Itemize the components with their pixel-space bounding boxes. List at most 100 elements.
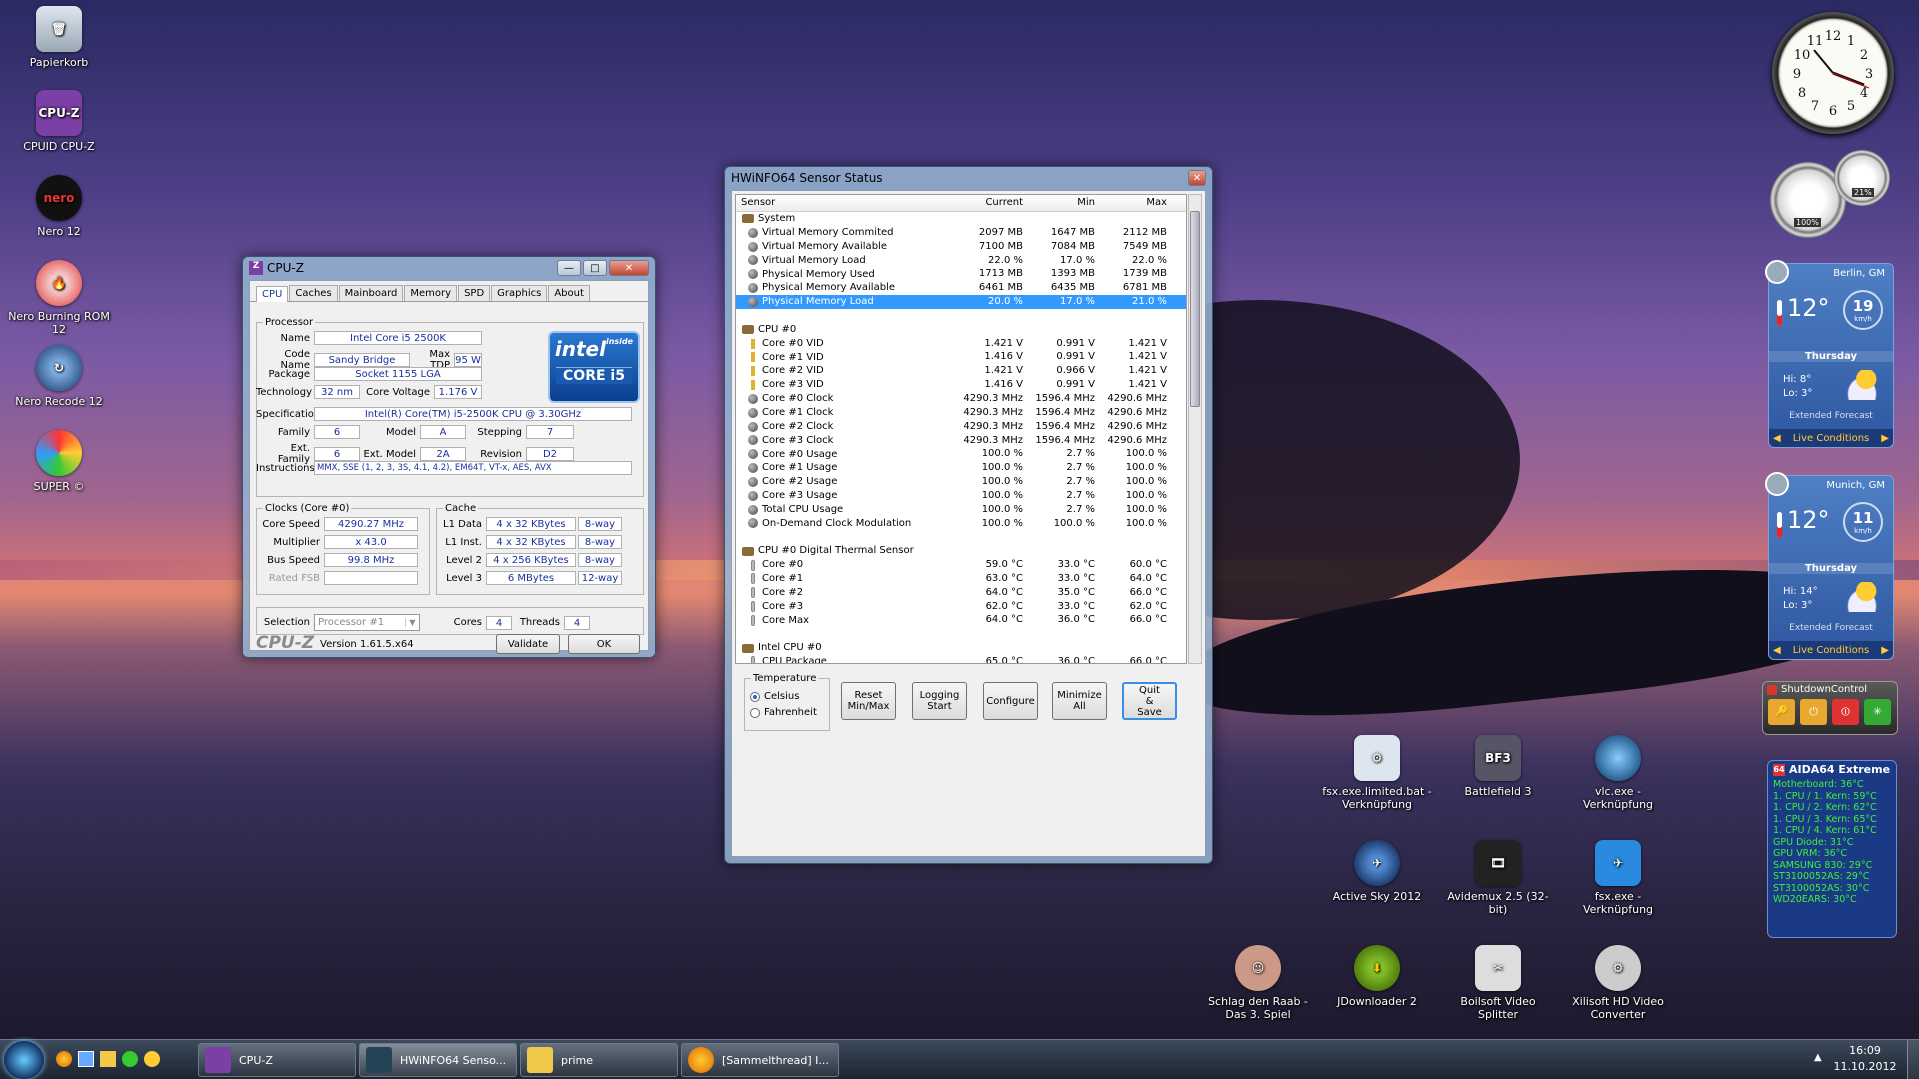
sensor-row[interactable]: On-Demand Clock Modulation 100.0 % 100.0 %… (736, 517, 1186, 531)
col-current[interactable]: Current (948, 195, 1028, 211)
tab-graphics[interactable]: Graphics (491, 285, 548, 301)
desktop-icon[interactable]: ☺ Schlag den Raab - Das 3. Spiel (1203, 945, 1313, 1021)
col-sensor[interactable]: Sensor (736, 195, 948, 211)
extended-forecast-link[interactable]: Extended Forecast (1769, 623, 1893, 633)
desktop-icon[interactable]: SUPER © (4, 430, 114, 493)
desktop-icon[interactable]: ⚙ fsx.exe.limited.bat - Verknüpfung (1322, 735, 1432, 811)
sensor-row[interactable]: Core Max 64.0 °C 36.0 °C 66.0 °C (736, 613, 1186, 627)
taskbar-item-hwinfo[interactable]: HWiNFO64 Senso... (359, 1043, 517, 1077)
cpuz-titlebar[interactable]: Z CPU-Z — □ ✕ (243, 257, 655, 279)
reset-minmax-button[interactable]: Reset Min/Max (841, 682, 896, 720)
desktop-icon[interactable]: 🔥 Nero Burning ROM 12 (4, 260, 114, 336)
tab-mainboard[interactable]: Mainboard (338, 285, 404, 301)
smiley-icon[interactable] (144, 1051, 160, 1067)
gadget-icon[interactable] (122, 1051, 138, 1067)
desktop-icon[interactable]: 🎞 Avidemux 2.5 (32-bit) (1443, 840, 1553, 916)
live-conditions-link[interactable]: Live Conditions (1793, 645, 1870, 656)
desktop-icon[interactable]: nero Nero 12 (4, 175, 114, 238)
desktop-icon[interactable]: ⬇ JDownloader 2 (1322, 945, 1432, 1008)
next-arrow-icon[interactable]: ▶ (1881, 645, 1889, 656)
weather-gadget-munich[interactable]: Munich, GM 12° 11 km/h Thursday Hi: 14° … (1765, 472, 1894, 660)
taskbar-clock[interactable]: 16:09 11.10.2012 (1826, 1043, 1904, 1075)
close-button[interactable]: ✕ (609, 260, 649, 276)
sensor-group-row[interactable]: CPU #0 Digital Thermal Sensor (736, 544, 1186, 558)
weather-gadget-berlin[interactable]: Berlin, GM 12° 19 km/h Thursday Hi: 8° L… (1765, 260, 1894, 448)
col-min[interactable]: Min (1028, 195, 1100, 211)
cpu-meter-gadget[interactable]: 100% 21% (1770, 150, 1890, 246)
restart-icon[interactable]: ✳ (1864, 699, 1891, 725)
firefox-icon[interactable] (56, 1051, 72, 1067)
logging-start-button[interactable]: Logging Start (912, 682, 967, 720)
taskbar-item-firefox[interactable]: [Sammelthread] I... (681, 1043, 839, 1077)
sensor-row[interactable]: Core #1 Usage 100.0 % 2.7 % 100.0 % (736, 461, 1186, 475)
sensor-group-row[interactable]: System (736, 212, 1186, 226)
sensor-row[interactable]: Core #1 63.0 °C 33.0 °C 64.0 °C (736, 572, 1186, 586)
desktop-icon[interactable]: BF3 Battlefield 3 (1443, 735, 1553, 798)
tab-cpu[interactable]: CPU (256, 286, 289, 302)
sensor-row[interactable]: Total CPU Usage 100.0 % 2.7 % 100.0 % (736, 503, 1186, 517)
desktop-icon[interactable]: ⚙ Xilisoft HD Video Converter (1563, 945, 1673, 1021)
extended-forecast-link[interactable]: Extended Forecast (1769, 411, 1893, 421)
quit-save-button[interactable]: Quit & Save (1122, 682, 1177, 720)
desktop-icon[interactable]: ✈ Active Sky 2012 (1322, 840, 1432, 903)
desktop-icon[interactable]: 🗑 Papierkorb (4, 6, 114, 69)
lock-icon[interactable]: 🔑 (1768, 699, 1795, 725)
start-button[interactable] (4, 1041, 44, 1079)
aida64-gadget[interactable]: 64 AIDA64 Extreme Motherboard: 36°C 1. CP… (1767, 760, 1897, 938)
minimize-button[interactable]: — (557, 260, 581, 276)
next-arrow-icon[interactable]: ▶ (1881, 433, 1889, 444)
show-desktop-button[interactable] (1907, 1040, 1919, 1079)
sensor-row[interactable]: Core #3 Usage 100.0 % 2.7 % 100.0 % (736, 489, 1186, 503)
sensor-row[interactable]: Virtual Memory Load 22.0 % 17.0 % 22.0 % (736, 254, 1186, 268)
sensor-row[interactable]: Core #0 Usage 100.0 % 2.7 % 100.0 % (736, 447, 1186, 461)
folder-icon[interactable] (100, 1051, 116, 1067)
show-desktop-icon[interactable] (78, 1051, 94, 1067)
desktop-icon[interactable]: ✈ fsx.exe - Verknüpfung (1563, 840, 1673, 916)
sensor-row[interactable]: Core #2 VID 1.421 V 0.966 V 1.421 V (736, 364, 1186, 378)
hwinfo-titlebar[interactable]: HWiNFO64 Sensor Status ✕ (725, 167, 1212, 189)
tab-caches[interactable]: Caches (289, 285, 338, 301)
tab-about[interactable]: About (548, 285, 590, 301)
fahrenheit-radio[interactable]: Fahrenheit (750, 707, 817, 718)
sensor-row[interactable]: Core #3 VID 1.416 V 0.991 V 1.421 V (736, 378, 1186, 392)
close-button[interactable]: ✕ (1188, 170, 1206, 186)
live-conditions-link[interactable]: Live Conditions (1793, 433, 1870, 444)
celsius-radio[interactable]: Celsius (750, 691, 799, 702)
sensor-row[interactable]: Core #0 59.0 °C 33.0 °C 60.0 °C (736, 558, 1186, 572)
ok-button[interactable]: OK (568, 634, 640, 654)
sensor-group-row[interactable]: CPU #0 (736, 323, 1186, 337)
minimize-all-button[interactable]: Minimize All (1052, 682, 1107, 720)
power-off-icon[interactable]: ⏼ (1832, 699, 1859, 725)
desktop-icon[interactable]: CPU-Z CPUID CPU-Z (4, 90, 114, 153)
sensor-row[interactable]: CPU Package 65.0 °C 36.0 °C 66.0 °C (736, 655, 1186, 663)
sensor-row[interactable]: Core #2 Clock 4290.3 MHz 1596.4 MHz 4290.6 … (736, 420, 1186, 434)
sensor-row[interactable]: Physical Memory Used 1713 MB 1393 MB 1739 M… (736, 267, 1186, 281)
sensor-row[interactable]: Core #1 VID 1.416 V 0.991 V 1.421 V (736, 350, 1186, 364)
previous-arrow-icon[interactable]: ◀ (1773, 645, 1781, 656)
scrollbar-thumb[interactable] (1190, 211, 1200, 407)
sensor-row[interactable]: Core #2 64.0 °C 35.0 °C 66.0 °C (736, 586, 1186, 600)
sensor-row[interactable]: Core #1 Clock 4290.3 MHz 1596.4 MHz 4290.6 … (736, 406, 1186, 420)
previous-arrow-icon[interactable]: ◀ (1773, 433, 1781, 444)
standby-icon[interactable]: ⏻ (1800, 699, 1827, 725)
configure-button[interactable]: Configure (983, 682, 1038, 720)
sensor-row[interactable]: Core #3 62.0 °C 33.0 °C 62.0 °C (736, 600, 1186, 614)
sensor-row[interactable]: Virtual Memory Available 7100 MB 7084 MB 75… (736, 240, 1186, 254)
sensor-row[interactable]: Core #3 Clock 4290.3 MHz 1596.4 MHz 4290.6 … (736, 434, 1186, 448)
taskbar-item-cpuz[interactable]: CPU-Z (198, 1043, 356, 1077)
sensor-grid[interactable]: Sensor Current Min Max System Virtual Mem… (735, 194, 1187, 664)
sensor-group-row[interactable]: Intel CPU #0 (736, 641, 1186, 655)
sensor-row[interactable]: Physical Memory Available 6461 MB 6435 MB 6… (736, 281, 1186, 295)
analog-clock-gadget[interactable]: 12 1 2 3 4 5 6 7 8 9 10 11 (1772, 12, 1894, 134)
sensor-scrollbar[interactable] (1188, 194, 1202, 664)
tray-expand-icon[interactable]: ▲ (1814, 1052, 1822, 1063)
desktop-icon[interactable]: ✂ Boilsoft Video Splitter (1443, 945, 1553, 1021)
validate-button[interactable]: Validate (496, 634, 560, 654)
tab-memory[interactable]: Memory (404, 285, 458, 301)
desktop-icon[interactable]: vlc.exe - Verknüpfung (1563, 735, 1673, 811)
desktop-icon[interactable]: ↻ Nero Recode 12 (4, 345, 114, 408)
col-max[interactable]: Max (1100, 195, 1172, 211)
sensor-row[interactable]: Core #0 Clock 4290.3 MHz 1596.4 MHz 4290.6 … (736, 392, 1186, 406)
sensor-row[interactable]: Core #0 VID 1.421 V 0.991 V 1.421 V (736, 337, 1186, 351)
tab-spd[interactable]: SPD (458, 285, 491, 301)
